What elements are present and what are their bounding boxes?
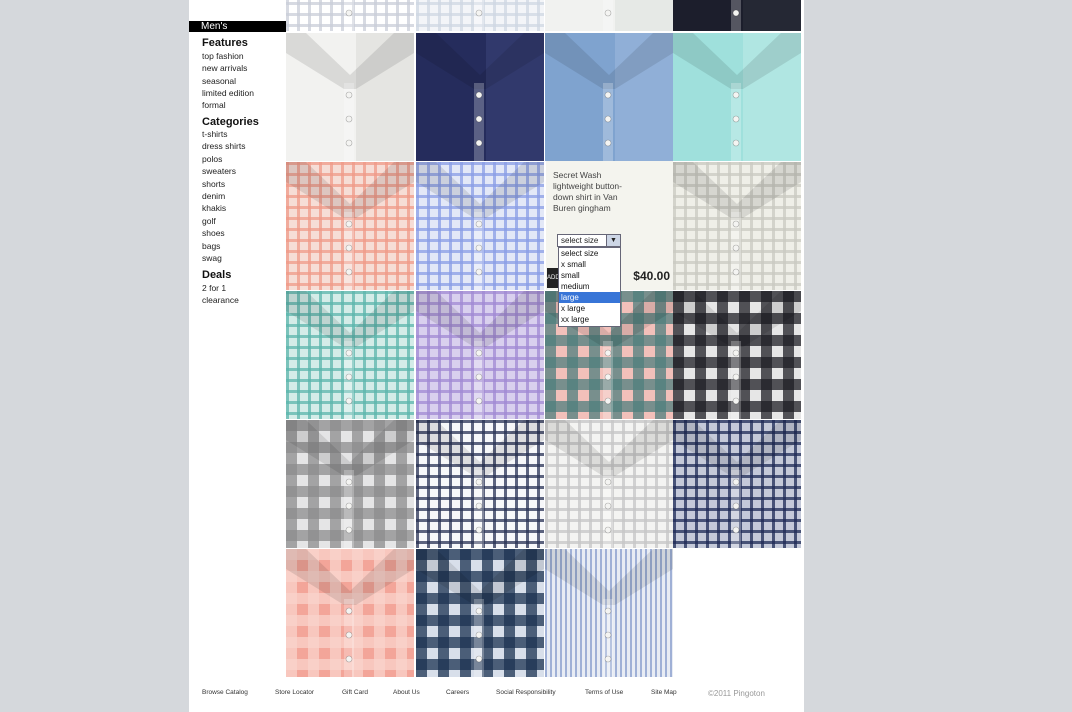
product-tile[interactable] [416, 420, 544, 548]
shirt-blue-tartan [416, 549, 544, 677]
sidebar-item-dress-shirts[interactable]: dress shirts [202, 141, 245, 151]
sidebar-item-clearance[interactable]: clearance [202, 295, 239, 305]
shirt-check-light-thumb [416, 0, 544, 31]
shirt-blue-stripe [545, 549, 673, 677]
sidebar-header-mens[interactable]: Men's [189, 21, 286, 32]
footer-link-store-locator[interactable]: Store Locator [275, 689, 314, 696]
shirt-lilac-gingham [416, 291, 544, 419]
sidebar-item-shoes[interactable]: shoes [202, 228, 225, 238]
shirt-grey-bigcheck [286, 420, 414, 548]
product-tile[interactable] [286, 0, 414, 31]
shirt-blue-solid [545, 33, 673, 161]
footer-link-careers[interactable]: Careers [446, 689, 469, 696]
shirt-navy-microcheck [673, 420, 801, 548]
sidebar-item-formal[interactable]: formal [202, 100, 226, 110]
size-option-small[interactable]: small [559, 270, 620, 281]
product-tile[interactable] [673, 420, 801, 548]
shirt-navy-windowpane [416, 420, 544, 548]
size-option-select[interactable]: select size [559, 248, 620, 259]
shirt-blue-gingham [416, 162, 544, 290]
product-tile[interactable] [416, 33, 544, 161]
product-tile[interactable] [673, 33, 801, 161]
product-tile[interactable] [545, 33, 673, 161]
product-tile[interactable] [673, 0, 801, 31]
shirt-light-grey-check [545, 420, 673, 548]
footer-link-site-map[interactable]: Site Map [651, 689, 677, 696]
product-tile[interactable] [286, 162, 414, 290]
shirt-aqua-solid [673, 33, 801, 161]
shirt-teal-gingham [286, 291, 414, 419]
footer-link-about-us[interactable]: About Us [393, 689, 420, 696]
sidebar-item-swag[interactable]: swag [202, 253, 222, 263]
sidebar-item-denim[interactable]: denim [202, 191, 225, 201]
product-tile[interactable] [416, 549, 544, 677]
product-tile[interactable] [416, 0, 544, 31]
shirt-white-solid [286, 33, 414, 161]
shirt-grey-gingham [673, 162, 801, 290]
product-tile[interactable] [286, 33, 414, 161]
product-price: $40.00 [633, 269, 670, 283]
size-select[interactable]: select size ▼ [557, 234, 621, 247]
sidebar-item-new-arrivals[interactable]: new arrivals [202, 63, 247, 73]
categories-title: Categories [202, 116, 259, 128]
shirt-white-thumb [603, 0, 673, 31]
footer: Browse Catalog Store Locator Gift Card A… [189, 678, 804, 712]
shirt-black-gingham [673, 291, 801, 419]
sidebar-item-limited-edition[interactable]: limited edition [202, 88, 254, 98]
size-dropdown-list: select size x small small medium large x… [558, 247, 621, 327]
product-name: Secret Wash lightweight button-down shir… [553, 170, 622, 213]
shirt-navy-solid [416, 33, 544, 161]
shirt-dark-thumb [731, 0, 801, 31]
footer-link-terms-of-use[interactable]: Terms of Use [585, 689, 623, 696]
sidebar-item-polos[interactable]: polos [202, 154, 222, 164]
sidebar: Men's Features top fashion new arrivals … [189, 20, 286, 310]
sidebar-item-sweaters[interactable]: sweaters [202, 166, 236, 176]
product-tile[interactable] [416, 291, 544, 419]
features-title: Features [202, 37, 248, 49]
product-tile[interactable] [545, 420, 673, 548]
product-tile[interactable] [545, 0, 673, 31]
size-option-xx-large[interactable]: xx large [559, 314, 620, 325]
product-tile[interactable] [673, 162, 801, 290]
sidebar-item-khakis[interactable]: khakis [202, 203, 226, 213]
sidebar-item-bags[interactable]: bags [202, 241, 220, 251]
product-tile[interactable] [545, 549, 673, 677]
product-tile[interactable] [416, 162, 544, 290]
shirt-check-navy-thumb [286, 0, 414, 31]
size-option-x-large[interactable]: x large [559, 303, 620, 314]
footer-copyright: ©2011 Pingoton [708, 689, 765, 698]
sidebar-item-shorts[interactable]: shorts [202, 179, 225, 189]
sidebar-item-golf[interactable]: golf [202, 216, 216, 226]
sidebar-item-seasonal[interactable]: seasonal [202, 76, 236, 86]
product-tile[interactable] [286, 549, 414, 677]
product-tile[interactable] [286, 291, 414, 419]
shirt-salmon-check [286, 549, 414, 677]
product-tile[interactable] [286, 420, 414, 548]
sidebar-item-2-for-1[interactable]: 2 for 1 [202, 283, 226, 293]
size-option-medium[interactable]: medium [559, 281, 620, 292]
footer-link-browse-catalog[interactable]: Browse Catalog [202, 689, 248, 696]
sidebar-item-t-shirts[interactable]: t-shirts [202, 129, 228, 139]
size-option-x-small[interactable]: x small [559, 259, 620, 270]
shirt-coral-plaid [286, 162, 414, 290]
footer-link-gift-card[interactable]: Gift Card [342, 689, 368, 696]
product-tile[interactable] [673, 291, 801, 419]
size-option-large[interactable]: large [559, 292, 620, 303]
chevron-down-icon[interactable]: ▼ [606, 235, 620, 246]
deals-title: Deals [202, 269, 232, 281]
footer-link-social-responsibility[interactable]: Social Responsibility [496, 689, 556, 696]
product-grid [286, 0, 804, 678]
size-select-value: select size [561, 236, 599, 245]
sidebar-item-top-fashion[interactable]: top fashion [202, 51, 244, 61]
